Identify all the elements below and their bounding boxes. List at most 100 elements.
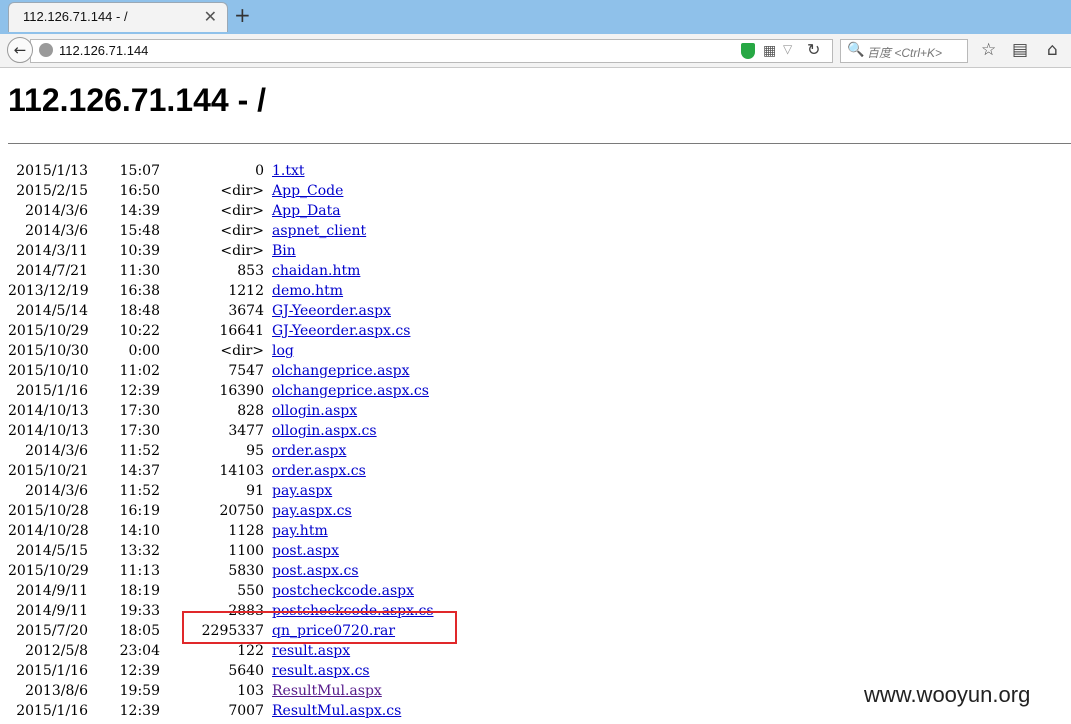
file-link[interactable]: order.aspx (272, 441, 346, 461)
row-date: 2014/3/6 (25, 223, 88, 239)
divider (8, 143, 1071, 144)
new-tab-icon[interactable]: + (234, 3, 251, 27)
file-link[interactable]: post.aspx (272, 541, 339, 561)
file-link[interactable]: pay.htm (272, 521, 328, 541)
row-time: 11:52 (119, 483, 160, 499)
row-time: 14:39 (119, 203, 160, 219)
row-size: 95 (246, 443, 264, 459)
row-date: 2014/3/11 (16, 243, 88, 259)
row-date: 2014/10/13 (8, 403, 89, 419)
row-size: 1212 (228, 283, 264, 299)
row-size: 7007 (228, 703, 264, 719)
reader-list-icon[interactable]: ▤ (1012, 40, 1028, 60)
highlight-box (182, 611, 457, 644)
row-time: 23:04 (119, 643, 160, 659)
row-date: 2015/1/16 (16, 663, 88, 679)
row-size: <dir> (220, 343, 264, 359)
file-link[interactable]: aspnet_client (272, 221, 366, 241)
file-link[interactable]: result.aspx.cs (272, 661, 370, 681)
row-time: 11:52 (119, 443, 160, 459)
row-size: <dir> (220, 243, 264, 259)
row-time: 16:19 (119, 503, 160, 519)
file-link[interactable]: App_Code (272, 181, 343, 201)
back-button[interactable]: ← (7, 37, 33, 63)
row-date: 2015/10/21 (8, 463, 89, 479)
row-date: 2014/9/11 (16, 603, 88, 619)
file-link[interactable]: post.aspx.cs (272, 561, 359, 581)
row-size: 828 (237, 403, 264, 419)
row-date: 2014/5/15 (16, 543, 88, 559)
reload-icon[interactable]: ↻ (807, 40, 820, 59)
row-time: 16:38 (119, 283, 160, 299)
row-time: 11:02 (119, 363, 160, 379)
file-link[interactable]: Bin (272, 241, 296, 261)
search-placeholder: 百度 <Ctrl+K> (867, 46, 943, 60)
row-time: 14:37 (119, 463, 160, 479)
file-link[interactable]: pay.aspx.cs (272, 501, 352, 521)
row-date: 2015/10/30 (8, 343, 89, 359)
chevron-down-icon[interactable]: ▽ (783, 42, 792, 56)
tab-active[interactable]: 112.126.71.144 - / ✕ (8, 2, 228, 32)
file-link[interactable]: olchangeprice.aspx.cs (272, 381, 429, 401)
row-time: 0:00 (128, 343, 160, 359)
file-link[interactable]: GJ-Yeeorder.aspx (272, 301, 391, 321)
row-size: <dir> (220, 223, 264, 239)
row-date: 2013/8/6 (25, 683, 88, 699)
row-time: 14:10 (119, 523, 160, 539)
row-size: 1100 (228, 543, 264, 559)
close-tab-icon[interactable]: ✕ (204, 7, 217, 26)
qr-code-icon[interactable]: ▦ (763, 43, 776, 59)
url-text[interactable]: 112.126.71.144 (59, 43, 148, 58)
address-bar[interactable]: 112.126.71.144 ▦ ▽ ↻ (30, 39, 833, 63)
file-link[interactable]: log (272, 341, 294, 361)
row-date: 2014/3/6 (25, 483, 88, 499)
row-time: 12:39 (119, 703, 160, 719)
file-link[interactable]: ollogin.aspx (272, 401, 357, 421)
file-link[interactable]: ResultMul.aspx.cs (272, 701, 401, 721)
globe-icon (39, 43, 53, 57)
row-size: 853 (237, 263, 264, 279)
row-date: 2014/3/6 (25, 203, 88, 219)
row-time: 11:13 (119, 563, 160, 579)
bookmark-star-icon[interactable]: ☆ (981, 40, 996, 60)
file-link[interactable]: order.aspx.cs (272, 461, 366, 481)
row-time: 19:59 (119, 683, 160, 699)
file-link[interactable]: App_Data (272, 201, 341, 221)
row-date: 2015/10/10 (8, 363, 89, 379)
shield-icon[interactable] (741, 43, 755, 59)
home-icon[interactable]: ⌂ (1047, 40, 1058, 60)
watermark: www.wooyun.org (864, 682, 1031, 707)
search-input[interactable]: 🔍 百度 <Ctrl+K> (840, 39, 968, 63)
row-date: 2014/5/14 (16, 303, 88, 319)
row-size: 7547 (228, 363, 264, 379)
row-time: 10:22 (119, 323, 160, 339)
file-link[interactable]: olchangeprice.aspx (272, 361, 409, 381)
file-link[interactable]: pay.aspx (272, 481, 332, 501)
row-size: <dir> (220, 183, 264, 199)
row-time: 15:07 (119, 163, 160, 179)
tab-title: 112.126.71.144 - / (23, 9, 128, 24)
row-date: 2015/2/15 (16, 183, 88, 199)
row-date: 2014/7/21 (16, 263, 88, 279)
row-date: 2014/3/6 (25, 443, 88, 459)
file-link[interactable]: ResultMul.aspx (272, 681, 382, 701)
file-link[interactable]: chaidan.htm (272, 261, 360, 281)
file-link[interactable]: GJ-Yeeorder.aspx.cs (272, 321, 410, 341)
row-size: 91 (246, 483, 264, 499)
file-link[interactable]: ollogin.aspx.cs (272, 421, 377, 441)
row-size: 550 (237, 583, 264, 599)
row-date: 2014/10/28 (8, 523, 89, 539)
row-time: 19:33 (119, 603, 160, 619)
file-link[interactable]: result.aspx (272, 641, 350, 661)
file-link[interactable]: postcheckcode.aspx (272, 581, 414, 601)
row-time: 17:30 (119, 403, 160, 419)
row-size: 122 (237, 643, 264, 659)
row-date: 2012/5/8 (25, 643, 88, 659)
row-time: 16:50 (119, 183, 160, 199)
row-date: 2015/1/13 (16, 163, 88, 179)
row-size: 5640 (228, 663, 264, 679)
file-link[interactable]: demo.htm (272, 281, 343, 301)
row-time: 10:39 (119, 243, 160, 259)
row-date: 2015/1/16 (16, 703, 88, 719)
file-link[interactable]: 1.txt (272, 161, 305, 181)
